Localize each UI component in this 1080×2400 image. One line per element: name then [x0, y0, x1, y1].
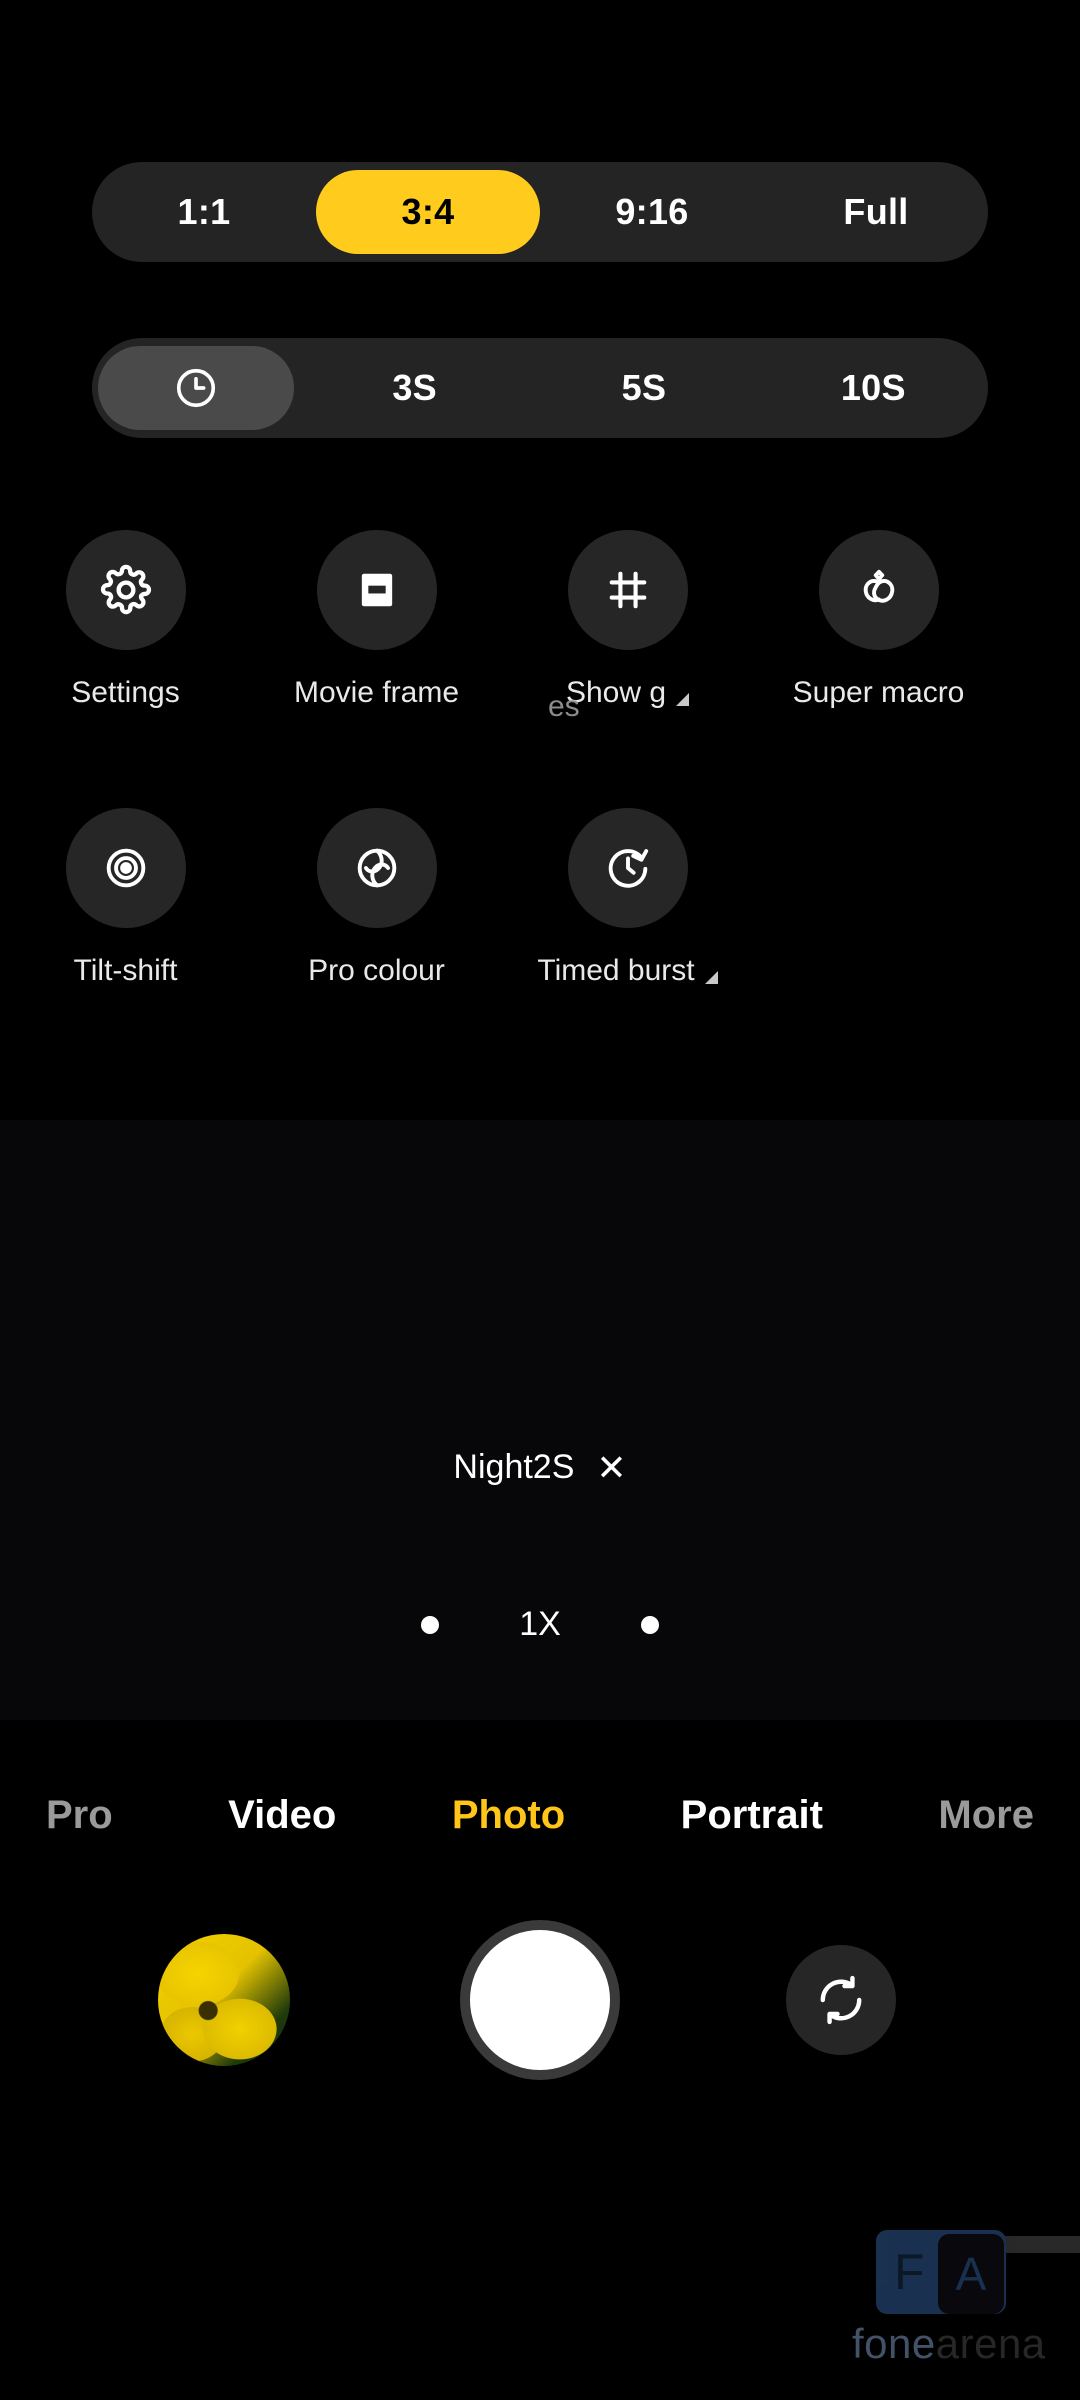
- aspect-ratio-selector[interactable]: 1:1 3:4 9:16 Full: [92, 162, 988, 262]
- mode-pro[interactable]: Pro: [46, 1793, 113, 1838]
- aspect-option-full[interactable]: Full: [764, 162, 988, 262]
- watermark-text: fonearena: [852, 2320, 1046, 2368]
- zoom-level-label[interactable]: 1X: [519, 1605, 561, 1644]
- night-mode-label: Night2S: [453, 1448, 575, 1486]
- timer-option-10s[interactable]: 10S: [759, 338, 988, 438]
- camera-flip-button[interactable]: [786, 1945, 896, 2055]
- movie-frame-icon: [351, 564, 403, 616]
- camera-app-screen: 1:1 3:4 9:16 Full 3S 5S 10S Settings Mov…: [0, 0, 1080, 2400]
- tilt-shift-icon: [100, 842, 152, 894]
- tool-tilt-shift-label: Tilt-shift: [73, 954, 178, 987]
- fonearena-watermark: F A fonearena: [844, 2212, 1080, 2372]
- tool-pro-colour[interactable]: Pro colour: [251, 808, 502, 988]
- tool-row-secondary: Tilt-shift Pro colour Timed burst: [0, 808, 1080, 988]
- tool-row-primary: Settings Movie frame Show g Super macro: [0, 530, 1080, 710]
- tool-show-grid[interactable]: Show g: [502, 530, 753, 710]
- camera-settings-panel: 1:1 3:4 9:16 Full 3S 5S 10S Settings Mov…: [0, 0, 1080, 1120]
- timer-option-3s[interactable]: 3S: [300, 338, 529, 438]
- super-macro-button-circle[interactable]: [818, 530, 939, 650]
- shutter-button[interactable]: [460, 1920, 620, 2080]
- timer-option-5s[interactable]: 5S: [529, 338, 758, 438]
- watermark-text-arena: arena: [935, 2320, 1046, 2367]
- gear-icon: [100, 564, 152, 616]
- watermark-letter-f: F: [894, 2244, 925, 2300]
- mode-photo[interactable]: Photo: [452, 1793, 565, 1838]
- tool-movie-frame[interactable]: Movie frame: [251, 530, 502, 710]
- tool-settings-label: Settings: [71, 676, 180, 709]
- zoom-dot-right[interactable]: [640, 1615, 659, 1634]
- timed-burst-button-circle[interactable]: [567, 808, 688, 928]
- flower-icon: [853, 564, 905, 616]
- tool-super-macro[interactable]: Super macro: [753, 530, 1004, 710]
- grid-icon: [602, 564, 654, 616]
- zoom-control[interactable]: 1X: [0, 1605, 1080, 1644]
- gallery-thumbnail[interactable]: [158, 1934, 290, 2066]
- settings-button-circle[interactable]: [65, 530, 186, 650]
- chevron-expand-icon: [704, 970, 718, 984]
- gallery-thumbnail-image: [158, 1934, 290, 2066]
- aspect-option-1-1[interactable]: 1:1: [92, 162, 316, 262]
- tilt-shift-button-circle[interactable]: [65, 808, 186, 928]
- mode-video[interactable]: Video: [228, 1793, 336, 1838]
- shutter-row: [0, 1920, 1080, 2080]
- tool-timed-burst[interactable]: Timed burst: [502, 808, 753, 988]
- close-icon[interactable]: ✕: [596, 1449, 626, 1486]
- night-mode-indicator: Night2S ✕: [0, 1448, 1080, 1487]
- tool-timed-burst-label: Timed burst: [537, 954, 718, 988]
- clock-icon: [173, 365, 219, 411]
- tool-movie-frame-label: Movie frame: [293, 676, 460, 709]
- zoom-dot-left[interactable]: [421, 1615, 440, 1634]
- tool-pro-colour-label: Pro colour: [308, 954, 445, 987]
- camera-flip-icon: [813, 1972, 869, 2028]
- movie-frame-button-circle[interactable]: [316, 530, 437, 650]
- watermark-badge-a: A: [938, 2234, 1004, 2314]
- transitioning-label-fragment: es: [548, 690, 580, 723]
- tool-super-macro-label: Super macro: [792, 676, 965, 709]
- tool-tilt-shift[interactable]: Tilt-shift: [0, 808, 251, 988]
- pro-colour-button-circle[interactable]: [316, 808, 437, 928]
- tool-show-grid-label: Show g: [566, 676, 690, 710]
- watermark-text-fone: fone: [852, 2320, 936, 2367]
- aspect-option-3-4[interactable]: 3:4: [316, 170, 540, 254]
- tool-settings[interactable]: Settings: [0, 530, 251, 710]
- mode-more[interactable]: More: [938, 1793, 1034, 1838]
- timer-selector[interactable]: 3S 5S 10S: [92, 338, 988, 438]
- aspect-option-9-16[interactable]: 9:16: [540, 162, 764, 262]
- show-grid-button-circle[interactable]: [567, 530, 688, 650]
- watermark-letter-a: A: [955, 2248, 987, 2300]
- chevron-expand-icon: [676, 692, 690, 706]
- swirl-icon: [351, 842, 403, 894]
- stopwatch-icon: [602, 842, 654, 894]
- mode-portrait[interactable]: Portrait: [681, 1793, 823, 1838]
- timer-option-off[interactable]: [98, 346, 294, 430]
- mode-selector[interactable]: Pro Video Photo Portrait More: [0, 1760, 1080, 1870]
